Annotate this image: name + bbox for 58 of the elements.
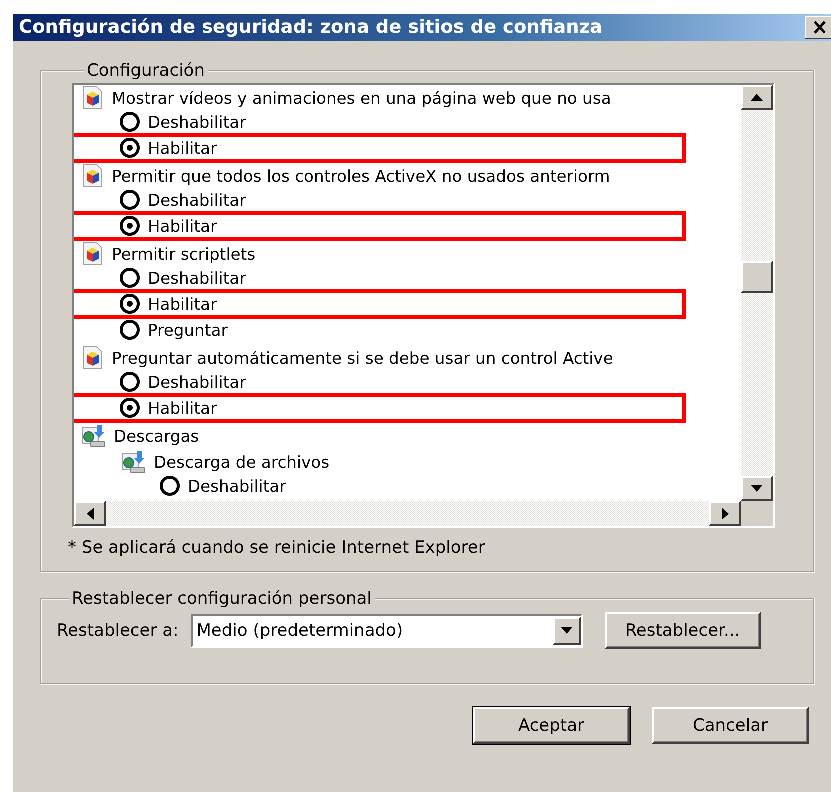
radio-button[interactable]: [160, 476, 180, 496]
left-arrow-icon: [86, 508, 94, 520]
ok-button[interactable]: Aceptar: [473, 707, 630, 744]
close-icon: [813, 21, 827, 34]
option-label: Habilitar: [148, 294, 218, 314]
cube-page-icon: [82, 164, 104, 188]
radio-button[interactable]: [120, 320, 140, 340]
setting-label: Preguntar automáticamente si se debe usar un control Active: [112, 348, 614, 368]
option-label: Preguntar: [148, 320, 228, 340]
close-button[interactable]: [805, 16, 831, 39]
option-label: Deshabilitar: [148, 190, 246, 210]
option-label: Deshabilitar: [148, 112, 246, 132]
horizontal-scrollbar[interactable]: [74, 501, 741, 526]
group-title: Restablecer configuración personal: [71, 589, 373, 609]
globe-download-icon: [122, 450, 146, 474]
window-title: Configuración de seguridad: zona de sitios de confianza: [19, 17, 602, 38]
radio-button[interactable]: [120, 372, 140, 392]
scroll-thumb[interactable]: [741, 261, 773, 293]
option-label: Habilitar: [148, 398, 218, 418]
cube-page-icon: [82, 86, 104, 110]
cube-page-icon: [82, 346, 104, 370]
down-arrow-icon: [751, 485, 763, 492]
option-label: Deshabilitar: [188, 476, 286, 496]
radio-button[interactable]: [120, 216, 140, 236]
option-label: Deshabilitar: [148, 268, 246, 288]
radio-button[interactable]: [120, 138, 140, 158]
setting-label: Permitir que todos los controles ActiveX no usados anteriorm: [112, 166, 610, 186]
option-label: Habilitar: [148, 138, 218, 158]
vertical-scrollbar[interactable]: [741, 85, 773, 501]
dropdown-button[interactable]: [552, 616, 581, 644]
cube-page-icon: [82, 242, 104, 266]
setting-label: Descarga de archivos: [154, 452, 330, 472]
right-arrow-icon: [722, 508, 728, 520]
cancel-button[interactable]: Cancelar: [652, 707, 809, 744]
reset-button[interactable]: Restablecer...: [604, 612, 761, 649]
radio-button[interactable]: [120, 268, 140, 288]
scroll-right-button[interactable]: [709, 501, 741, 526]
setting-label: Permitir scriptlets: [112, 244, 256, 264]
scroll-up-button[interactable]: [741, 85, 773, 110]
scrollbar-corner: [741, 501, 773, 526]
down-arrow-icon: [560, 627, 573, 634]
radio-button[interactable]: [120, 398, 140, 418]
option-label: Habilitar: [148, 216, 218, 236]
option-label: Deshabilitar: [148, 372, 246, 392]
radio-button[interactable]: [120, 190, 140, 210]
dropdown-value: Medio (predeterminado): [196, 620, 404, 640]
globe-download-icon: [82, 424, 106, 448]
category-label: Descargas: [114, 426, 200, 446]
restart-note: * Se aplicará cuando se reinicie Internet Explorer: [68, 538, 486, 558]
setting-label: Mostrar vídeos y animaciones en una página web que no usa: [112, 88, 612, 108]
reset-label: Restablecer a:: [57, 620, 179, 640]
radio-button[interactable]: [120, 294, 140, 314]
scroll-left-button[interactable]: [74, 501, 106, 526]
up-arrow-icon: [751, 94, 763, 101]
scroll-down-button[interactable]: [741, 476, 773, 501]
level-dropdown[interactable]: Medio (predeterminado): [190, 614, 583, 648]
group-title: Configuración: [86, 61, 206, 81]
radio-button[interactable]: [120, 112, 140, 132]
